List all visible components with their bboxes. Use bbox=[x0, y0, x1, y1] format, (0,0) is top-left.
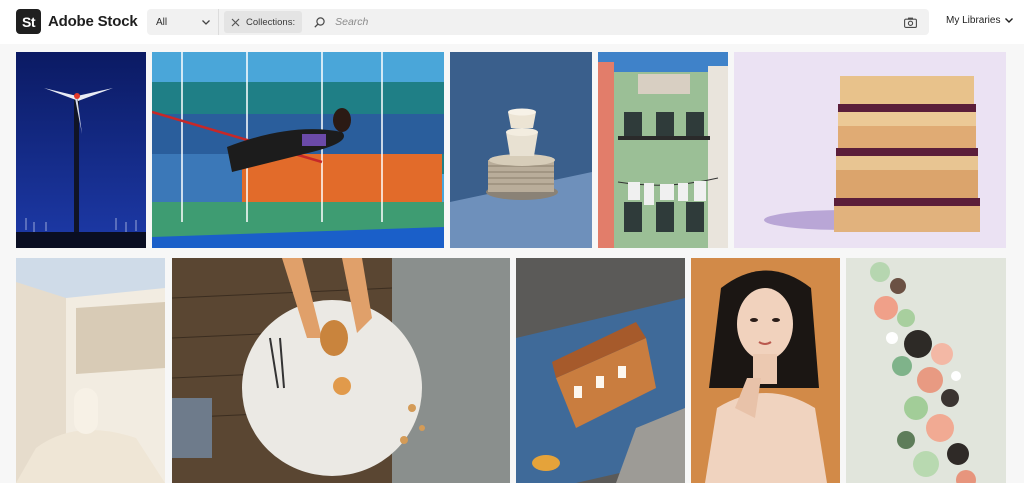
search-bar: All Collections: bbox=[147, 9, 929, 35]
my-libraries-menu[interactable]: My Libraries bbox=[946, 15, 1014, 26]
gallery-image-building[interactable] bbox=[598, 52, 728, 248]
teacups-image bbox=[450, 52, 592, 248]
collections-filter-tag: Collections: bbox=[224, 11, 303, 33]
camera-icon[interactable] bbox=[904, 17, 917, 28]
adobe-stock-logo[interactable]: St Adobe Stock bbox=[16, 9, 138, 34]
gallery-image-abstract-spheres[interactable] bbox=[846, 258, 1006, 483]
gallery-image-sandwiches[interactable] bbox=[734, 52, 1006, 248]
architecture-image bbox=[16, 258, 165, 483]
building-image bbox=[598, 52, 728, 248]
asset-type-selected: All bbox=[156, 16, 168, 28]
gallery-image-architecture[interactable] bbox=[16, 258, 165, 483]
cafe-table-image bbox=[172, 258, 510, 483]
gallery-image-puddle-reflection[interactable] bbox=[516, 258, 685, 483]
gallery-image-high-jump[interactable] bbox=[152, 52, 444, 248]
my-libraries-label: My Libraries bbox=[946, 15, 1001, 26]
image-gallery bbox=[0, 44, 1024, 483]
gallery-image-teacups[interactable] bbox=[450, 52, 592, 248]
close-icon[interactable] bbox=[231, 18, 240, 27]
logo-text: Adobe Stock bbox=[48, 13, 138, 30]
search-input[interactable] bbox=[333, 10, 904, 34]
logo-mark: St bbox=[16, 9, 41, 34]
chevron-down-icon bbox=[202, 19, 210, 25]
puddle-reflection-image bbox=[516, 258, 685, 483]
asset-type-dropdown[interactable]: All bbox=[147, 9, 219, 35]
wind-turbine-image bbox=[16, 52, 146, 248]
search-icon bbox=[314, 16, 325, 28]
chevron-down-icon bbox=[1005, 18, 1014, 23]
abstract-spheres-image bbox=[846, 258, 1006, 483]
top-header: St Adobe Stock All Collections: My Libra… bbox=[0, 0, 1024, 44]
sandwiches-image bbox=[734, 52, 1006, 248]
collections-tag-label: Collections: bbox=[246, 16, 296, 28]
gallery-image-cafe-table[interactable] bbox=[172, 258, 510, 483]
woman-portrait-image bbox=[691, 258, 840, 483]
high-jump-image bbox=[152, 52, 444, 248]
gallery-image-woman-portrait[interactable] bbox=[691, 258, 840, 483]
gallery-image-wind-turbine[interactable] bbox=[16, 52, 146, 248]
